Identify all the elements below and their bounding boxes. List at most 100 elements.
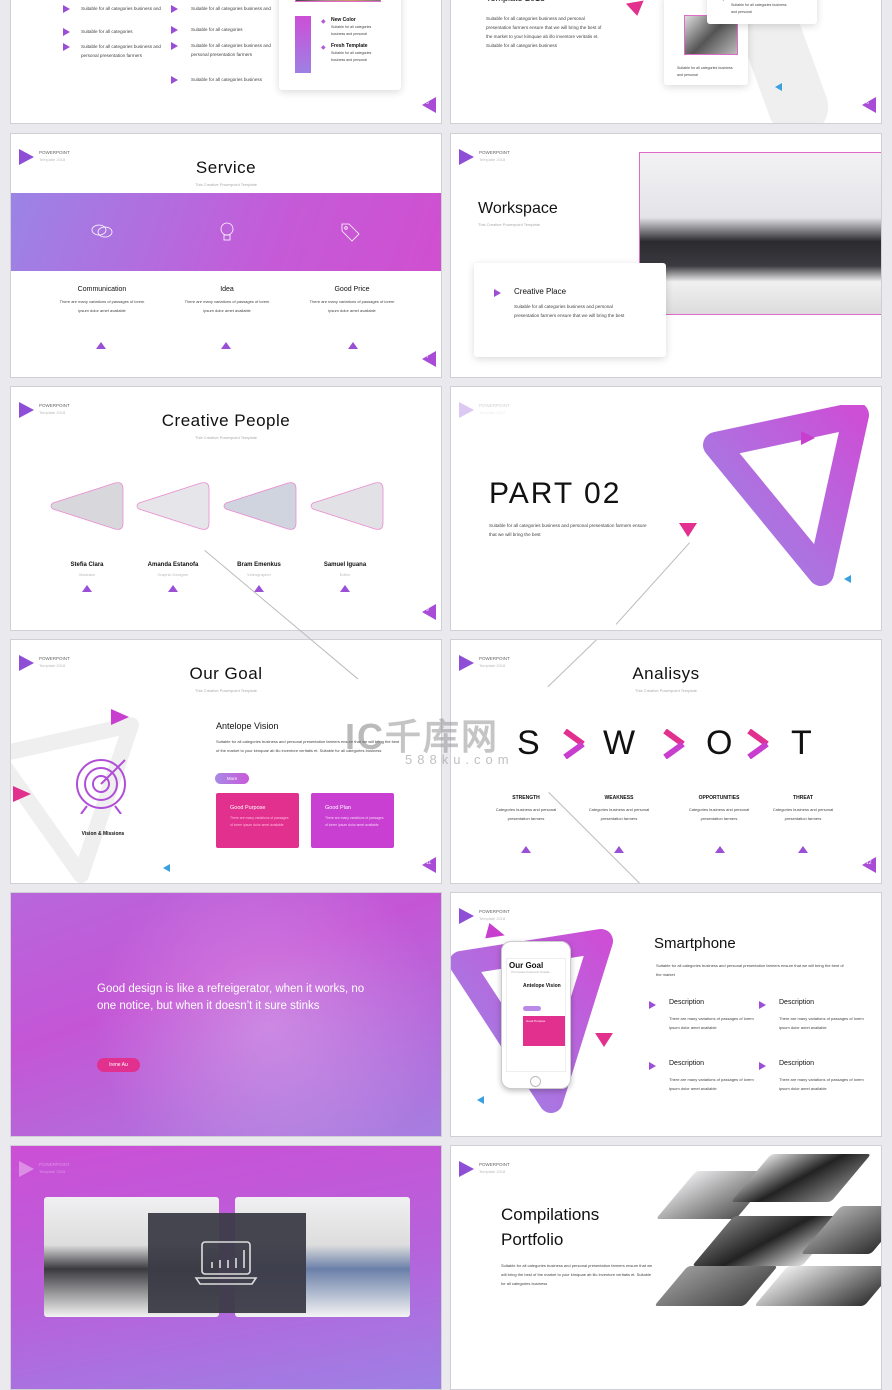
logo: POWERPOINT Template 2018: [459, 1161, 519, 1181]
good-plan-box: Good Plan There are many variations of p…: [311, 793, 394, 848]
slide-title: Service: [195, 158, 257, 177]
laptop-chart-icon: [194, 1241, 258, 1285]
chevron-right-icon: [663, 729, 685, 759]
author-button[interactable]: Irene Au: [97, 1058, 140, 1072]
slide-subtitle: This Creative Powerpoint Template: [195, 435, 257, 440]
quote-text: Good design is like a refreigerator, whe…: [97, 983, 365, 1012]
person-name: Bram Emenkus: [237, 562, 281, 568]
chat-bubbles-icon: [91, 224, 113, 238]
logo-triangle-icon: [459, 908, 474, 924]
slide-15[interactable]: POWERPOINT Template 2018: [10, 1145, 442, 1390]
part-title: PART 02: [489, 477, 622, 510]
decor-line: [615, 542, 690, 625]
triangle-bullet-icon: [759, 1001, 766, 1009]
slide-16-portfolio[interactable]: POWERPOINT Template 2018 Compilations Por…: [450, 1145, 882, 1390]
person-name: Stefia Clara: [70, 562, 104, 568]
blue-triangle-icon: [477, 1096, 484, 1104]
person-photo-triangle: [136, 482, 210, 530]
phone-pink-box: Good Purpose: [523, 1016, 565, 1046]
slide-13-quote[interactable]: Good design is like a refreigerator, whe…: [10, 892, 442, 1137]
triangle-bullet-icon: [63, 5, 70, 13]
diamond-bullet-icon: ◆: [721, 0, 726, 2]
blue-triangle-icon: [163, 864, 170, 872]
person-photo-triangle: [223, 482, 297, 530]
swot-letter: S: [517, 724, 540, 762]
portfolio-photo-tile: [730, 1154, 872, 1202]
person-name: Samuel Iguana: [323, 562, 367, 568]
dark-overlay-box: [148, 1213, 306, 1313]
slide-title: Workspace: [478, 200, 558, 217]
gradient-bar: [295, 16, 311, 73]
chevron-right-icon: [563, 729, 585, 759]
page-number-badge: 11: [422, 857, 436, 873]
slide-title: Compilations Portfolio: [501, 1205, 600, 1249]
triangle-marker-icon: [82, 585, 92, 592]
slide-14-smartphone[interactable]: POWERPOINT Template 2018 Our Goal This Cr…: [450, 892, 882, 1137]
triangle-bullet-icon: [171, 76, 178, 84]
page-number-badge: 7: [422, 351, 436, 367]
slide-subtitle: This Creative Powerpoint Template: [635, 688, 697, 693]
gradient-band: [11, 193, 441, 271]
good-purpose-box: Good Purpose There are many variations o…: [216, 793, 299, 848]
slide-title: Smartphone: [654, 935, 736, 952]
triangle-bullet-icon: [759, 1062, 766, 1070]
triangle-bullet-icon: [649, 1062, 656, 1070]
more-button[interactable]: More: [215, 773, 249, 784]
slide-10-part-02[interactable]: POWERPOINT Template 2018 PART 02 Suitable…: [450, 386, 882, 631]
slide-9-creative-people[interactable]: POWERPOINT Template 2018 Creative People …: [10, 386, 442, 631]
page-number-badge: 9: [422, 604, 436, 620]
slide-5[interactable]: Suitable for all categories business and…: [10, 0, 442, 124]
pink-triangle-icon: [625, 0, 647, 18]
person-name: Amanda Estanofa: [147, 562, 199, 568]
triangle-marker-icon: [340, 585, 350, 592]
triangle-bullet-icon: [171, 42, 178, 50]
page-number-badge: 12: [862, 857, 876, 873]
pink-triangle-icon: [595, 1033, 613, 1047]
triangle-marker-icon: [254, 585, 264, 592]
slide-title: Creative People: [161, 411, 291, 430]
creative-place-card: Creative Place Suitable for all categori…: [474, 263, 666, 357]
logo-triangle-icon: [19, 1161, 34, 1177]
phone-more-button: [523, 1006, 541, 1011]
slide-subtitle: This Creative Powerpoint Template: [195, 688, 257, 693]
slide-subtitle: This Creative Powerpoint Template: [195, 182, 257, 187]
triangle-marker-icon: [221, 342, 231, 349]
feature-card: ◆ New Color Suitable for all categories …: [279, 0, 401, 90]
lightbulb-icon: [220, 222, 234, 241]
card-photo: [295, 0, 381, 2]
magenta-triangle-icon: [801, 431, 815, 445]
pink-triangle-icon: [679, 523, 697, 537]
triangle-marker-icon: [715, 846, 725, 853]
magenta-triangle-icon: [111, 709, 129, 725]
phone-screen: Our Goal This Creative Powerpoint Templa…: [506, 958, 566, 1072]
logo: POWERPOINT Template 2018: [459, 402, 519, 422]
slide-7-service[interactable]: POWERPOINT Template 2018 Service This Cre…: [10, 133, 442, 378]
slide-8-workspace[interactable]: POWERPOINT Template 2018 Workspace This C…: [450, 133, 882, 378]
home-button: [530, 1076, 541, 1087]
slide-12-analisys[interactable]: POWERPOINT Template 2018 Analisys This Cr…: [450, 639, 882, 884]
swot-letter: W: [603, 724, 636, 762]
triangle-marker-icon: [96, 342, 106, 349]
logo: POWERPOINT Template 2018: [19, 1161, 79, 1181]
slide-11-our-goal[interactable]: POWERPOINT Template 2018 Our Goal This Cr…: [10, 639, 442, 884]
logo-triangle-icon: [459, 1161, 474, 1177]
person-role: Editor: [339, 572, 351, 577]
pink-triangle-icon: [13, 786, 31, 802]
portfolio-photo-tile: [754, 1266, 881, 1306]
triangle-marker-icon: [614, 846, 624, 853]
smartphone-mockup: Our Goal This Creative Powerpoint Templa…: [501, 941, 571, 1089]
triangle-bullet-icon: [171, 5, 178, 13]
description-card: ◆ Description Suitable for all categorie…: [707, 0, 817, 24]
diamond-bullet-icon: ◆: [321, 19, 326, 25]
page-number-badge: 5: [422, 97, 436, 113]
triangle-marker-icon: [521, 846, 531, 853]
logo-triangle-icon: [459, 149, 474, 165]
team-photo: [639, 152, 881, 315]
page-number-badge: 6: [862, 97, 876, 113]
slide-title: Analisys: [632, 664, 700, 683]
triangle-bullet-icon: [63, 43, 70, 51]
logo: POWERPOINT Template 2018: [459, 149, 519, 169]
slide-6[interactable]: Template 2018 Suitable for all categorie…: [450, 0, 882, 124]
triangle-marker-icon: [348, 342, 358, 349]
person-role: Graphic Designer: [157, 572, 189, 577]
